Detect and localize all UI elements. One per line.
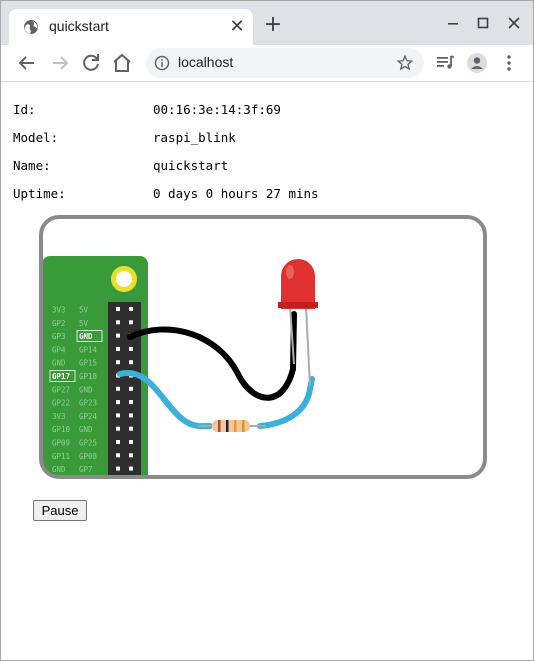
header-pin bbox=[116, 453, 120, 458]
header-pin bbox=[116, 426, 120, 431]
header-pin bbox=[129, 426, 133, 431]
pin-label: GP15 bbox=[79, 359, 97, 368]
maximize-icon[interactable] bbox=[473, 13, 493, 33]
uptime-label: Uptime: bbox=[13, 186, 66, 201]
new-tab-icon[interactable]: + bbox=[262, 14, 284, 37]
pin-label: GND bbox=[52, 465, 66, 474]
pin-label: GND bbox=[79, 332, 93, 341]
name-label: Name: bbox=[13, 158, 51, 173]
pin-label: GP23 bbox=[79, 399, 97, 408]
pin-label: GP2 bbox=[52, 319, 66, 328]
pin-label: GP24 bbox=[79, 412, 98, 421]
tab-quickstart[interactable]: quickstart ✕ bbox=[9, 9, 253, 45]
id-value: 00:16:3e:14:3f:69 bbox=[153, 102, 281, 117]
circuit-diagram: 3V3 GP2 GP3 GP4 GND GP17 GP27 GP22 3V3 GP10 GP09 GP… bbox=[39, 215, 487, 479]
pause-button[interactable]: Pause bbox=[33, 500, 87, 521]
header-pin bbox=[129, 453, 133, 458]
pin-label: 5V bbox=[79, 319, 89, 328]
pin-label: GP25 bbox=[79, 439, 97, 448]
tab-strip: quickstart ✕ + bbox=[1, 1, 533, 45]
pin-label: GP3 bbox=[52, 332, 66, 341]
pin-label: 3V3 bbox=[52, 306, 66, 315]
pin-label: 3V3 bbox=[52, 412, 66, 421]
back-icon[interactable] bbox=[15, 51, 39, 75]
header-pin bbox=[116, 320, 120, 325]
close-window-icon[interactable] bbox=[504, 13, 524, 33]
browser-toolbar: localhost bbox=[1, 45, 533, 82]
header-pin bbox=[129, 400, 133, 405]
header-pin bbox=[129, 413, 133, 418]
header-pin bbox=[129, 320, 133, 325]
pin-label: GND bbox=[52, 359, 66, 368]
browser-window: quickstart ✕ + localhost Id: 00:16:3e:14… bbox=[0, 0, 534, 661]
pin-label: GP4 bbox=[52, 345, 66, 354]
header-pin bbox=[116, 400, 120, 405]
media-queue-icon[interactable] bbox=[434, 51, 458, 75]
header-pin bbox=[129, 466, 133, 471]
pin-label: GP09 bbox=[52, 439, 70, 448]
pin-label: GP08 bbox=[79, 452, 98, 461]
id-label: Id: bbox=[13, 102, 36, 117]
home-icon[interactable] bbox=[110, 51, 134, 75]
pin-label: GND bbox=[79, 425, 93, 434]
header-pin bbox=[116, 307, 120, 311]
header-pin bbox=[116, 440, 120, 444]
close-tab-icon[interactable]: ✕ bbox=[227, 17, 247, 37]
pin-label: GP7 bbox=[79, 465, 93, 474]
model-label: Model: bbox=[13, 130, 59, 145]
header-pin bbox=[129, 386, 133, 391]
model-value: raspi_blink bbox=[153, 130, 236, 145]
address-url: localhost bbox=[178, 54, 234, 70]
header-pin bbox=[129, 307, 133, 311]
minimize-icon[interactable] bbox=[443, 13, 463, 33]
header-pin bbox=[116, 386, 120, 391]
pin-label: GP14 bbox=[79, 345, 98, 354]
pin-label: 5V bbox=[79, 306, 89, 315]
forward-icon[interactable] bbox=[48, 51, 72, 75]
name-value: quickstart bbox=[153, 158, 229, 173]
header-pin bbox=[116, 333, 120, 338]
header-pin bbox=[116, 413, 120, 418]
account-avatar-icon[interactable] bbox=[465, 51, 489, 75]
address-bar[interactable]: localhost bbox=[146, 48, 424, 78]
pin-label: GP27 bbox=[52, 385, 70, 394]
pin-label: GP22 bbox=[52, 399, 70, 408]
header-pin bbox=[116, 466, 120, 471]
pin-label: GP17 bbox=[52, 372, 70, 381]
pin-label: GP10 bbox=[52, 425, 71, 434]
uptime-value: 0 days 0 hours 27 mins bbox=[153, 186, 319, 201]
header-pin bbox=[116, 360, 120, 365]
tab-title: quickstart bbox=[49, 18, 109, 34]
bookmark-star-icon[interactable] bbox=[396, 54, 414, 72]
pin-label: GP18 bbox=[79, 372, 98, 381]
header-pin bbox=[129, 346, 133, 351]
globe-icon bbox=[24, 20, 38, 34]
reload-icon[interactable] bbox=[79, 51, 103, 75]
header-pin bbox=[129, 360, 133, 365]
more-menu-icon[interactable] bbox=[497, 51, 521, 75]
info-icon[interactable] bbox=[154, 55, 170, 71]
header-pin bbox=[116, 346, 120, 351]
pin-label: GP11 bbox=[52, 452, 70, 461]
gpio-header bbox=[108, 302, 141, 477]
pin-label: GND bbox=[79, 385, 93, 394]
header-pin bbox=[129, 440, 133, 444]
